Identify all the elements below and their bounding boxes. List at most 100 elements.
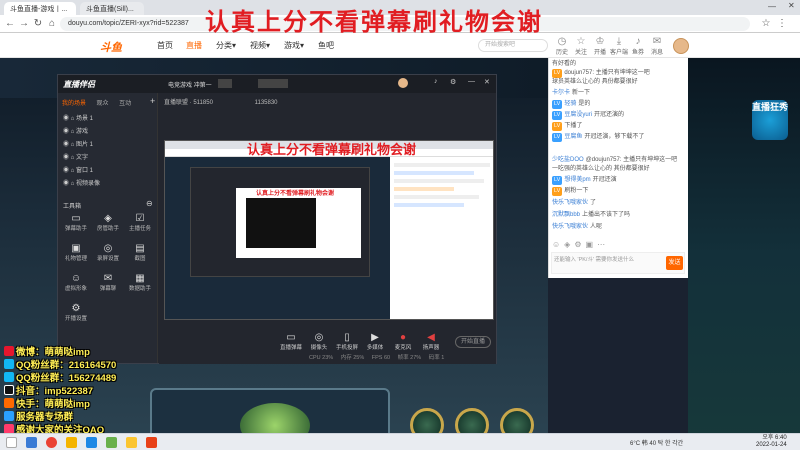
collapse-icon[interactable]: ⊖ [146, 199, 153, 208]
header-follow[interactable]: ☆ 关注 [572, 36, 590, 56]
user-avatar[interactable] [673, 38, 689, 54]
tool-chat[interactable]: ✉ 弹幕聊 [94, 273, 122, 292]
chat-username[interactable]: 轻骑 [564, 101, 576, 107]
social-text: 微博：萌萌哒imp [16, 347, 90, 358]
app-icon[interactable] [106, 437, 117, 448]
image-icon[interactable]: ▣ [586, 240, 598, 249]
tool-tasks[interactable]: ☑ 主播任务 [126, 213, 154, 232]
chat-message: LV 想得美pm 开冠还演 [552, 176, 686, 185]
obs-avatar[interactable] [398, 78, 408, 88]
tool-danmu[interactable]: ▭ 弹幕助手 [62, 213, 90, 232]
chat-username[interactable]: 卡尔卡 [552, 90, 570, 96]
chat-username[interactable]: 快乐飞哦家伙 [552, 200, 588, 206]
start-stream-button[interactable]: 开始直播 [455, 336, 491, 348]
tab-audience[interactable]: 观众 [97, 101, 109, 107]
nav-home[interactable]: 首页 [157, 40, 173, 51]
scene-item[interactable]: ◉ ⌂ 场景 1 [63, 113, 93, 122]
scene-item[interactable]: ◉ ⌂ 图片 1 [63, 139, 93, 148]
chat-input[interactable]: 还能输入 'PK/斗' 需要你发送什么 [551, 252, 685, 274]
browser-tab[interactable]: 斗鱼直播-游戏丨... [4, 2, 76, 15]
add-icon[interactable]: + [150, 96, 155, 106]
menu-icon[interactable]: ⋮ [776, 18, 788, 30]
chat-username[interactable]: 少吃盐DOO [552, 157, 584, 163]
settings-icon[interactable]: ⚙ [574, 240, 585, 249]
app-icon[interactable] [146, 437, 157, 448]
bottom-phone[interactable]: ▯ 手机投屏 [333, 332, 361, 351]
bell-icon: ♪ [635, 36, 641, 47]
header-client[interactable]: ⤓ 客户端 [610, 36, 628, 56]
nav-live[interactable]: 直播 [186, 40, 202, 51]
header-start[interactable]: ♔ 开播 [591, 36, 609, 56]
folder-icon[interactable] [66, 437, 77, 448]
tab-interaction[interactable]: 互动 [119, 101, 131, 107]
emoji-icon[interactable]: ☺ [552, 240, 564, 249]
bottom-speaker[interactable]: ◀ 扬声器 [417, 332, 445, 351]
tools-title: 工具箱 [63, 204, 82, 210]
header-history-label: 历史 [555, 50, 568, 56]
send-button[interactable]: 发送 [666, 256, 683, 270]
tool-screenshot[interactable]: ▤ 截图 [126, 243, 154, 262]
obs-preview[interactable]: 认真上分不看弹幕刷礼物会谢 认真上分不看弹幕刷礼物会谢 [164, 140, 494, 320]
chat-text: 开冠还演的 [594, 112, 625, 118]
nav-category[interactable]: 分类▾ [216, 40, 236, 51]
browser-tab[interactable]: 斗鱼直播(Sill)... [80, 2, 144, 15]
tab-scenes[interactable]: 我的场景 [62, 101, 86, 107]
bottom-danmu[interactable]: ▭ 直播弹幕 [277, 332, 305, 351]
star-icon[interactable]: ☆ [760, 18, 772, 30]
nav-fishbar[interactable]: 鱼吧 [318, 40, 334, 51]
scene-item[interactable]: ◉ ⌂ 视频录像 [63, 178, 100, 187]
tool-avatar[interactable]: ☺ 虚拟形象 [62, 273, 90, 292]
tool-record[interactable]: ◎ 录屏设置 [94, 243, 122, 262]
search-input[interactable]: 开始搜索吧 [478, 39, 548, 52]
close-icon[interactable]: ✕ [788, 1, 795, 10]
scene-item[interactable]: ◉ ⌂ 游戏 [63, 126, 88, 135]
chat-username[interactable]: 沉默飘bbb [552, 212, 580, 218]
home-icon[interactable]: ⌂ [46, 18, 58, 30]
bottom-camera[interactable]: ◎ 摄像头 [305, 332, 333, 351]
scene-item[interactable]: ◉ ⌂ 文字 [63, 152, 88, 161]
bell-icon[interactable]: ♪ [434, 78, 438, 85]
app-icon[interactable] [126, 437, 137, 448]
bottom-mic[interactable]: ● 麦克风 [389, 332, 417, 351]
promo-badge[interactable]: 直播狂秀 [752, 100, 788, 140]
app-icon[interactable] [86, 437, 97, 448]
social-text: 抖音：imp522387 [16, 386, 94, 397]
reload-icon[interactable]: ↻ [32, 18, 44, 30]
obs-category-select[interactable] [218, 79, 232, 88]
tool-admin[interactable]: ◈ 房管助手 [94, 213, 122, 232]
chat-message: 卡尔卡 新一下 [552, 89, 686, 98]
chat-message: LV doujun757: 主播只有坤坤这一吧 [552, 69, 686, 78]
forward-icon[interactable]: → [18, 18, 30, 30]
system-tray[interactable]: 6°C 韩 40 탁 한 각간 [630, 438, 683, 447]
minimize-icon[interactable]: — [468, 78, 475, 85]
start-icon[interactable] [6, 437, 17, 448]
back-icon[interactable]: ← [4, 18, 16, 30]
chat-username[interactable]: 想得美pm [564, 177, 590, 183]
nav-game[interactable]: 游戏▾ [284, 40, 304, 51]
scene-item[interactable]: ◉ ⌂ 窗口 1 [63, 165, 93, 174]
header-messages[interactable]: ✉ 消息 [648, 36, 666, 56]
header-history[interactable]: ◷ 历史 [553, 36, 571, 56]
close-icon[interactable]: ✕ [484, 78, 490, 86]
search-icon[interactable] [26, 437, 37, 448]
tool-settings[interactable]: ⚙ 开播设置 [62, 303, 90, 322]
settings-icon[interactable]: ⚙ [450, 78, 456, 86]
nav-video[interactable]: 视频▾ [250, 40, 270, 51]
chrome-icon[interactable] [46, 437, 57, 448]
obs-stream-label: 直播联盟 · 511850 [164, 100, 213, 106]
obs-edit-field[interactable] [258, 79, 288, 88]
gift-icon[interactable]: ◈ [564, 240, 574, 249]
header-coupon[interactable]: ♪ 鱼券 [629, 36, 647, 56]
minimize-icon[interactable]: — [768, 2, 776, 11]
site-logo[interactable]: 斗鱼 [100, 39, 122, 55]
header-start-label: 开播 [593, 50, 606, 56]
chat-username[interactable]: 豆腐没yuri [564, 112, 592, 118]
more-icon[interactable]: ⋯ [597, 240, 609, 249]
chat-username[interactable]: 快乐飞哦家伙 [552, 224, 588, 230]
speaker-icon: ◀ [427, 332, 435, 343]
tool-data[interactable]: ▦ 数据助手 [126, 273, 154, 292]
tool-gifts[interactable]: ▣ 礼物管理 [62, 243, 90, 262]
clock[interactable]: 오후 6:40 2022-01-24 [756, 435, 787, 449]
chat-username[interactable]: 豆腐鱼 [564, 134, 582, 140]
bottom-media[interactable]: ▶ 多媒体 [361, 332, 389, 351]
